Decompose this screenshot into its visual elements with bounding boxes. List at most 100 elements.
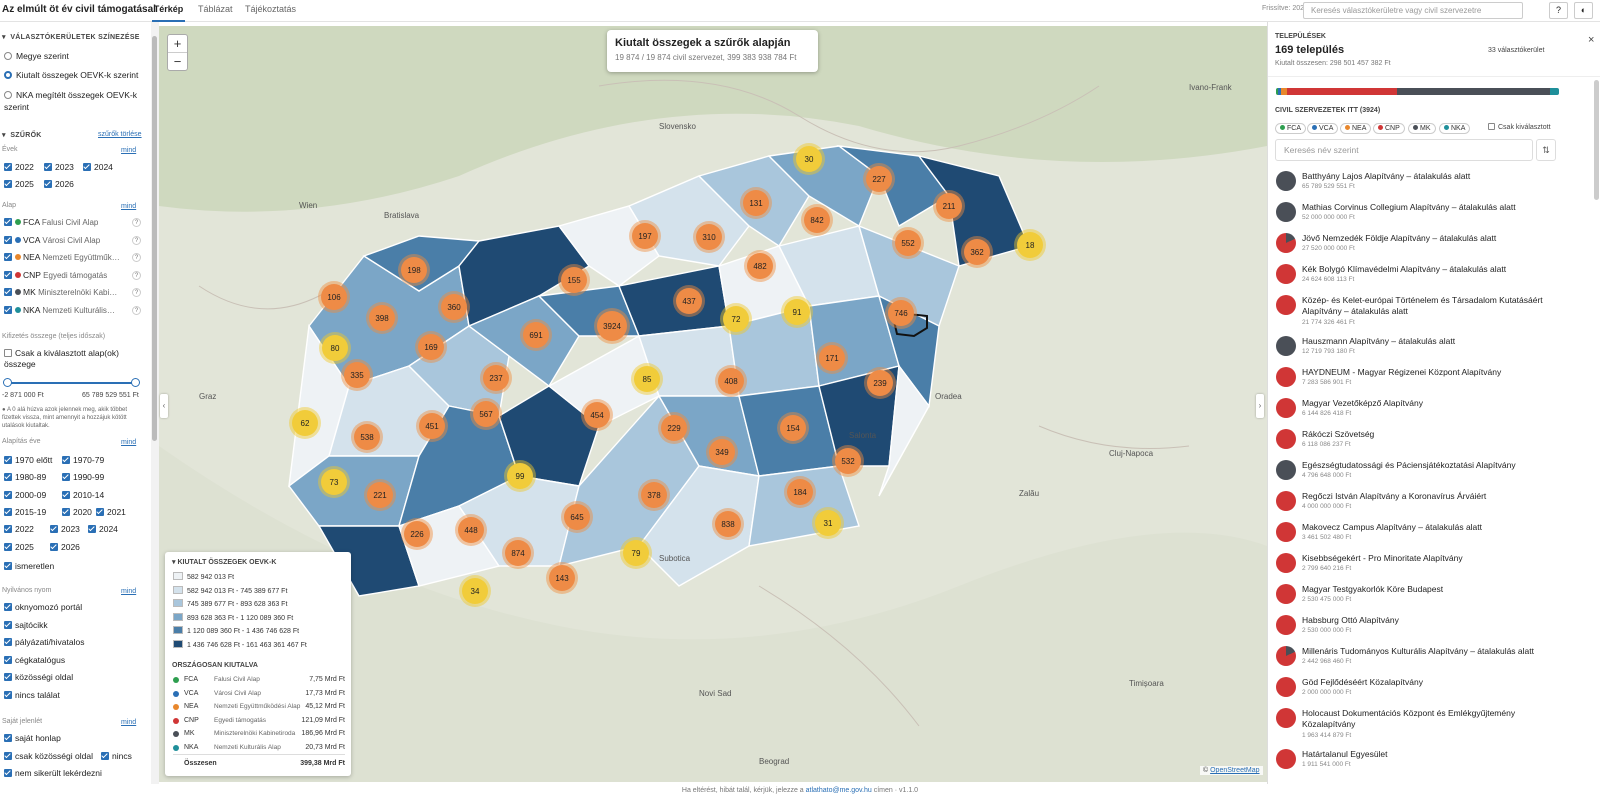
org-list-item[interactable]: Közép- és Kelet-európai Történelem és Tá… [1276,295,1561,333]
public-trace-checkbox[interactable]: sajtócikk [4,620,48,630]
founding-checkbox[interactable]: 2022 [4,524,34,534]
years-all-link[interactable]: mind [121,147,136,154]
org-list-item[interactable]: Göd Fejlődéséért Közalapítvány 2 000 000 … [1276,677,1561,705]
fund-help-icon[interactable]: ? [132,270,141,280]
coloring-option-nka[interactable]: NKA megítélt összegek OEVK-k szerint [4,89,146,113]
global-search-input[interactable]: Keresés választókerületre vagy civil sze… [1303,2,1523,19]
fund-help-icon[interactable]: ? [132,288,141,297]
tab-table[interactable]: Táblázat [198,0,233,22]
fund-cnp-checkbox[interactable]: CNP Egyedi támogatás [4,270,107,280]
public-trace-checkbox[interactable]: közösségi oldal [4,672,73,682]
range-min-handle[interactable] [3,378,12,387]
fund-help-icon[interactable]: ? [132,305,141,315]
org-list-item[interactable]: Magyar Vezetőképző Alapítvány 6 144 826 4… [1276,398,1561,426]
org-search-input[interactable]: Keresés név szerint [1275,139,1533,161]
fund-help-icon[interactable]: ? [132,253,141,262]
own-website-checkbox[interactable]: saját honlap [4,733,61,743]
clear-filters-link[interactable]: szűrők törlése [98,131,142,138]
founding-checkbox[interactable]: 1970-79 [62,455,104,465]
public-trace-checkbox[interactable]: cégkatalógus [4,655,65,665]
coloring-option-oevk[interactable]: Kiutalt összegek OEVK-k szerint [4,70,138,80]
org-list-item[interactable]: Millenáris Tudományos Kulturális Alapítv… [1276,646,1561,674]
coloring-section-header[interactable]: ▾ VÁLASZTÓKERÜLETEK SZÍNEZÉSE [2,33,140,41]
org-list-item[interactable]: Határtalanul Egyesület 1 911 541 000 Ft [1276,749,1561,777]
fund-help-icon[interactable]: ? [132,235,141,245]
tab-info[interactable]: Tájékoztatás [245,0,296,22]
payout-range-slider[interactable] [6,382,136,384]
public-trace-checkbox[interactable]: nincs találat [4,690,60,700]
fund-all-link[interactable]: mind [121,203,136,210]
year-2024-checkbox[interactable]: 2024 [83,162,113,172]
public-trace-checkbox[interactable]: pályázati/hivatalos [4,637,84,647]
org-list-item[interactable]: Regőczi István Alapítvány a Koronavírus … [1276,491,1561,519]
chip-nea[interactable]: NEA [1340,123,1372,134]
year-2022-checkbox[interactable]: 2022 [4,162,34,172]
org-list-item[interactable]: Kisebbségekért - Pro Minoritate Alapítvá… [1276,553,1561,581]
own-failed-checkbox[interactable]: nem sikerült lekérdezni [4,768,102,778]
chip-mk[interactable]: MK [1408,123,1436,134]
founding-checkbox[interactable]: 1980-89 [4,472,46,482]
fund-nka-checkbox[interactable]: NKA Nemzeti Kulturális… [4,305,115,315]
osm-link[interactable]: OpenStreetMap [1210,767,1259,774]
fund-mk-checkbox[interactable]: MK Miniszterelnöki Kabi… [4,287,117,297]
founding-checkbox[interactable]: 2021 [96,507,126,517]
fund-help-icon[interactable]: ? [132,218,141,227]
fund-fca-checkbox[interactable]: FCA Falusi Civil Alap [4,217,98,227]
org-list-item[interactable]: Batthyány Lajos Alapítvány – átalakulás … [1276,171,1561,199]
own-social-checkbox[interactable]: csak közösségi oldal [4,751,93,761]
chip-vca[interactable]: VCA [1307,123,1339,134]
founding-checkbox[interactable]: 2024 [88,524,118,534]
founding-checkbox[interactable]: 2025 [4,542,34,552]
founding-checkbox[interactable]: 1970 előtt [4,455,52,465]
chip-nka[interactable]: NKA [1439,123,1471,134]
founding-checkbox[interactable]: 2000-09 [4,490,46,500]
org-list-item[interactable]: Holocaust Dokumentációs Központ és Emlék… [1276,708,1561,746]
chip-fca[interactable]: FCA [1275,123,1306,134]
filters-section-header[interactable]: ▾ SZŰRŐK [2,131,42,139]
own-none-checkbox[interactable]: nincs [101,751,132,761]
org-list-item[interactable]: Egészségtudatossági és Páciensjátékoztat… [1276,460,1561,488]
org-list-item[interactable]: Magyar Testgyakorlók Köre Budapest 2 530 … [1276,584,1561,612]
founding-checkbox[interactable]: ismeretlen [4,561,54,571]
tab-map[interactable]: Térkép [152,0,185,22]
left-scrollbar-thumb[interactable] [152,36,157,441]
fund-vca-checkbox[interactable]: VCA Városi Civil Alap [4,235,100,245]
chip-cnp[interactable]: CNP [1373,123,1405,134]
fund-nea-checkbox[interactable]: NEA Nemzeti Együttműk… [4,252,120,262]
year-2025-checkbox[interactable]: 2025 [4,179,34,189]
founding-checkbox[interactable]: 2023 [50,524,80,534]
range-max-handle[interactable] [131,378,140,387]
only-selected-toggle[interactable]: Csak kiválasztott [1488,123,1551,131]
right-scrollbar-thumb[interactable] [1594,80,1599,200]
contact-email-link[interactable]: atlathato@me.gov.hu [806,787,872,794]
org-list-item[interactable]: Jövő Nemzedék Földje Alapítvány – átalak… [1276,233,1561,261]
zoom-out-button[interactable]: − [168,53,187,71]
org-list-item[interactable]: Kék Bolygó Klímavédelmi Alapítvány – áta… [1276,264,1561,292]
own-all-link[interactable]: mind [121,719,136,726]
zoom-in-button[interactable]: + [168,35,187,53]
close-panel-button[interactable]: × [1588,34,1594,46]
founding-all-link[interactable]: mind [121,439,136,446]
coloring-option-county[interactable]: Megye szerint [4,51,69,61]
org-list-item[interactable]: HAYDNEUM - Magyar Régizenei Központ Alap… [1276,367,1561,395]
theme-toggle-button[interactable]: ◐ [1574,2,1593,19]
org-list-item[interactable]: Makovecz Campus Alapítvány – átalakulás … [1276,522,1561,550]
founding-checkbox[interactable]: 2020 [62,507,92,517]
founding-checkbox[interactable]: 2010-14 [62,490,104,500]
org-list-item[interactable]: Hauszmann Alapítvány – átalakulás alatt 1… [1276,336,1561,364]
founding-checkbox[interactable]: 1990-99 [62,472,104,482]
founding-checkbox[interactable]: 2026 [50,542,80,552]
public-trace-checkbox[interactable]: oknyomozó portál [4,602,82,612]
only-selected-checkbox[interactable]: Csak a kiválasztott alap(ok) összege [4,348,144,370]
founding-checkbox[interactable]: 2015-19 [4,507,46,517]
org-list-item[interactable]: Habsburg Ottó Alapítvány 2 530 000 000 Ft [1276,615,1561,643]
org-list-item[interactable]: Mathias Corvinus Collegium Alapítvány – … [1276,202,1561,230]
help-button[interactable]: ? [1549,2,1568,19]
collapse-right-handle[interactable]: › [1256,394,1264,418]
org-list-item[interactable]: Rákóczi Szövetség 6 118 086 237 Ft [1276,429,1561,457]
public-all-link[interactable]: mind [121,588,136,595]
collapse-left-handle[interactable]: ‹ [160,394,168,418]
year-2026-checkbox[interactable]: 2026 [44,179,74,189]
year-2023-checkbox[interactable]: 2023 [44,162,74,172]
sort-button[interactable]: ⇅ [1536,139,1556,161]
